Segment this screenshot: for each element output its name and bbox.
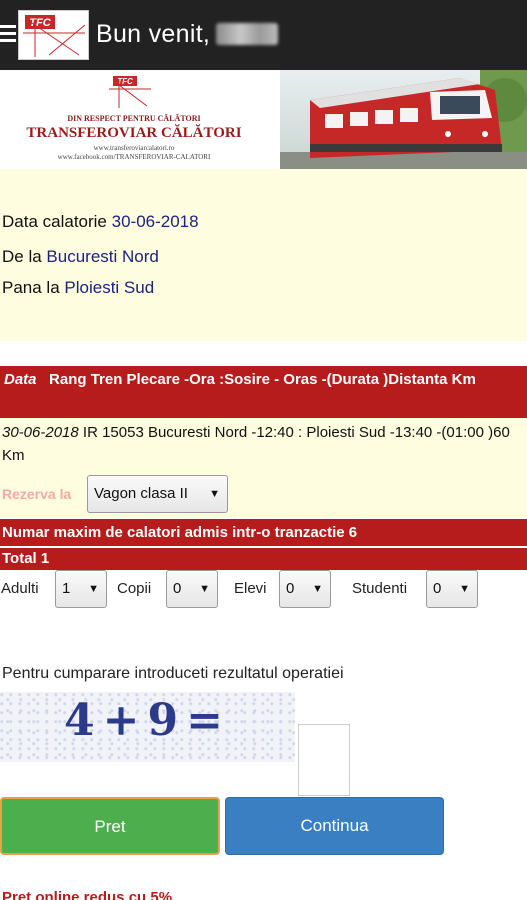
continue-button[interactable]: Continua: [225, 797, 444, 855]
dropdown-arrow-icon: ▼: [88, 583, 99, 595]
pupils-value: 0: [286, 580, 295, 597]
train-row-date: 30-06-2018: [2, 424, 79, 441]
train-table-header: Data Rang Tren Plecare -Ora :Sosire - Or…: [0, 366, 527, 418]
banner-logo-icon: TFC: [109, 76, 151, 108]
total-bar: Total 1: [0, 548, 527, 570]
captcha-image: 4+9=: [0, 692, 295, 762]
trip-from-line: De la Bucuresti Nord: [2, 247, 159, 267]
dropdown-arrow-icon: ▼: [459, 583, 470, 595]
banner-logo-text: TFC: [117, 77, 133, 86]
welcome-title: Bun venit,: [96, 20, 279, 49]
blurred-user-name: [216, 23, 279, 45]
hamburger-menu-icon[interactable]: [0, 25, 16, 45]
dropdown-arrow-icon: ▼: [209, 488, 220, 500]
banner-website-url: www.transferoviarcalatori.ro: [93, 144, 175, 152]
train-photo: [280, 70, 527, 169]
dropdown-arrow-icon: ▼: [199, 583, 210, 595]
greeting-text: Bun venit,: [96, 20, 211, 48]
price-button[interactable]: Pret: [0, 797, 220, 855]
trip-date-value: 30-06-2018: [111, 212, 199, 231]
train-row-details: IR 15053 Bucuresti Nord -12:40 : Ploiest…: [2, 424, 510, 464]
trip-to-value: Ploiesti Sud: [64, 278, 155, 297]
reservation-label: Rezerva la: [2, 486, 72, 502]
captcha-answer-input[interactable]: [298, 724, 350, 796]
trip-date-line: Data calatorie 30-06-2018: [2, 212, 199, 232]
trip-to-line: Pana la Ploiesti Sud: [2, 278, 154, 298]
banner-facebook-url: www.facebook.com/TRANSFEROVIAR-CALATORI: [57, 153, 211, 161]
header-data-label: Data: [4, 371, 37, 388]
banner-title: TRANSFEROVIAR CĂLĂTORI: [26, 125, 242, 141]
children-value: 0: [173, 580, 182, 597]
adults-value: 1: [62, 580, 71, 597]
online-discount-text: Pret online redus cu 5%: [2, 889, 173, 900]
trip-from-value: Bucuresti Nord: [46, 247, 159, 266]
pupils-select[interactable]: 0 ▼: [279, 570, 331, 608]
banner-text-block: TFC DIN RESPECT PENTRU CĂLĂTORI TRANSFER…: [0, 70, 300, 169]
company-banner: TFC DIN RESPECT PENTRU CĂLĂTORI TRANSFER…: [0, 70, 527, 169]
students-select[interactable]: 0 ▼: [426, 570, 478, 608]
pupils-label: Elevi: [234, 580, 267, 597]
wagon-class-value: Vagon clasa II: [94, 485, 188, 502]
captcha-instruction: Pentru cumparare introduceti rezultatul …: [2, 665, 344, 682]
students-value: 0: [433, 580, 442, 597]
students-label: Studenti: [352, 580, 408, 597]
trip-info-section: Data calatorie 30-06-2018 De la Bucurest…: [0, 169, 527, 341]
adults-label: Adulti: [1, 580, 39, 597]
train-row[interactable]: 30-06-2018 IR 15053 Bucuresti Nord -12:4…: [0, 418, 527, 518]
captcha-expression: 4+9=: [64, 695, 231, 746]
children-select[interactable]: 0 ▼: [166, 570, 218, 608]
header-columns-label: Rang Tren Plecare -Ora :Sosire - Oras -(…: [49, 371, 476, 388]
trip-from-label: De la: [2, 247, 42, 266]
trip-to-label: Pana la: [2, 278, 60, 297]
children-label: Copii: [117, 580, 152, 597]
tfc-logo: TFC: [18, 10, 89, 60]
adults-select[interactable]: 1 ▼: [55, 570, 107, 608]
max-travelers-bar: Numar maxim de calatori admis intr-o tra…: [0, 519, 527, 546]
dropdown-arrow-icon: ▼: [312, 583, 323, 595]
trip-date-label: Data calatorie: [2, 212, 107, 231]
wagon-class-select[interactable]: Vagon clasa II ▼: [87, 475, 228, 513]
app-bar: TFC Bun venit,: [0, 0, 527, 70]
banner-motto: DIN RESPECT PENTRU CĂLĂTORI: [67, 114, 201, 123]
